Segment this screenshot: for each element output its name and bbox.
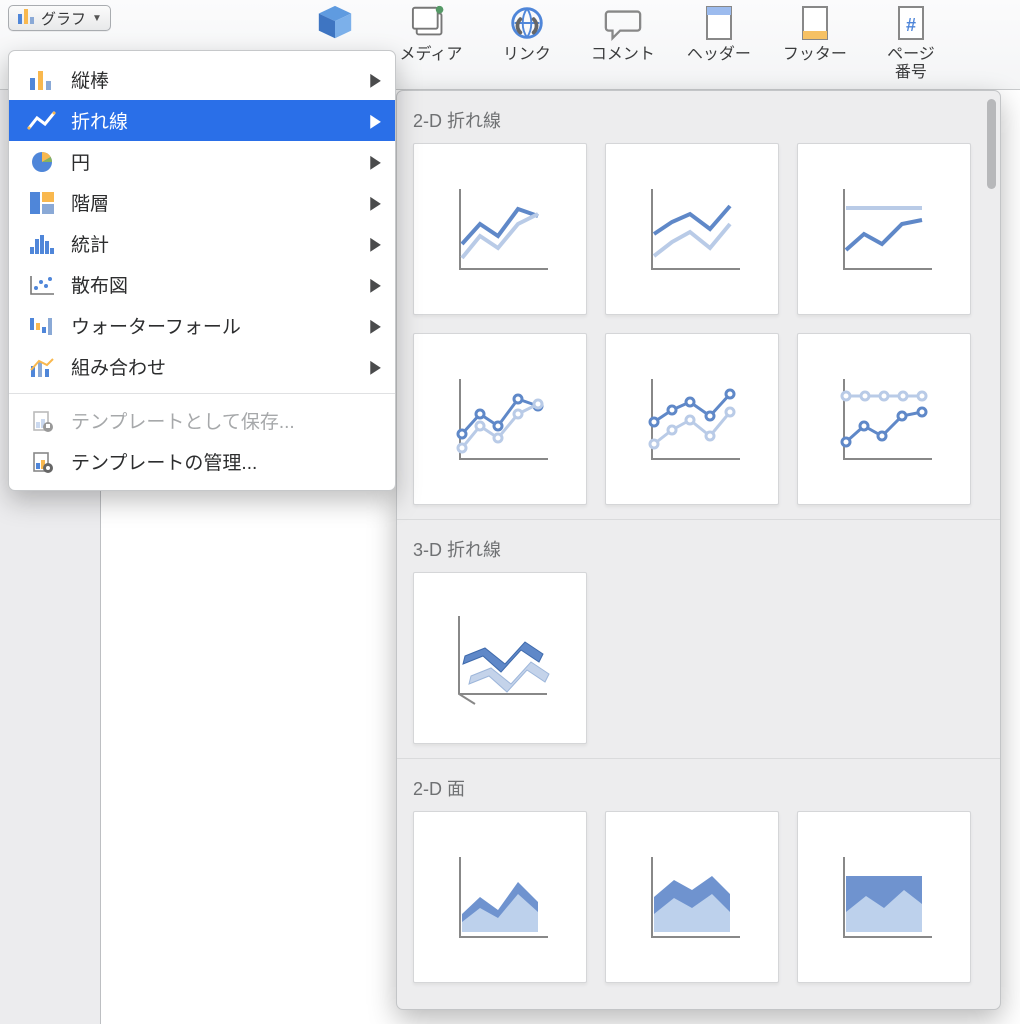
menu-item-pie[interactable]: 円 ▶ — [9, 141, 395, 182]
chart-type-menu: 縦棒 ▶ 折れ線 ▶ 円 ▶ 階層 ▶ 統計 ▶ 散布図 ▶ — [8, 50, 396, 491]
save-template-icon — [27, 409, 57, 433]
cube-icon — [315, 3, 355, 43]
ribbon-tool-link[interactable]: リンク — [491, 3, 563, 64]
footer-icon — [795, 3, 835, 43]
chart-icon — [17, 7, 35, 29]
gallery-section-title-3d-line: 3-D 折れ線 — [397, 520, 1000, 572]
chart-dropdown-button[interactable]: グラフ ▼ — [8, 5, 111, 31]
chevron-right-icon: ▶ — [370, 273, 381, 295]
chevron-right-icon: ▶ — [370, 314, 381, 336]
menu-item-label: テンプレートの管理... — [71, 448, 257, 475]
menu-item-label: 折れ線 — [71, 107, 128, 134]
menu-item-manage-templates[interactable]: テンプレートの管理... — [9, 441, 395, 482]
chart-tile-line[interactable] — [413, 143, 587, 315]
chart-tile-area[interactable] — [413, 811, 587, 983]
ribbon-tool-label-line2: 番号 — [895, 63, 927, 82]
menu-item-column[interactable]: 縦棒 ▶ — [9, 59, 395, 100]
chevron-right-icon: ▶ — [370, 355, 381, 377]
scatter-icon — [27, 273, 57, 297]
chart-subtype-gallery: 2-D 折れ線 — [396, 90, 1001, 1010]
menu-item-line[interactable]: 折れ線 ▶ — [9, 100, 395, 141]
ribbon-tool-page-number[interactable]: # ページ 番号 — [875, 3, 947, 82]
menu-item-save-as-template: テンプレートとして保存... — [9, 400, 395, 441]
gallery-grid-2d-area — [397, 811, 1000, 997]
ribbon-tool-label: ヘッダー — [687, 45, 751, 64]
ribbon-tool-footer[interactable]: フッター — [779, 3, 851, 64]
ribbon-tool-comment[interactable]: コメント — [587, 3, 659, 64]
chart-tile-stacked-line[interactable] — [605, 143, 779, 315]
chart-tile-100-stacked-line-with-markers[interactable] — [797, 333, 971, 505]
chart-tile-stacked-area[interactable] — [605, 811, 779, 983]
chart-tile-3d-line[interactable] — [413, 572, 587, 744]
ribbon-tool-label: リンク — [503, 45, 551, 64]
page-number-icon: # — [891, 3, 931, 43]
menu-item-statistical[interactable]: 統計 ▶ — [9, 223, 395, 264]
gallery-section-title-2d-area: 2-D 面 — [397, 759, 1000, 811]
pie-icon — [27, 150, 57, 174]
ribbon-tool-label: フッター — [783, 45, 847, 64]
menu-item-scatter[interactable]: 散布図 ▶ — [9, 264, 395, 305]
ribbon-tool-header[interactable]: ヘッダー — [683, 3, 755, 64]
ribbon-tool-label: ページ — [887, 45, 935, 64]
gallery-section-title-2d-line: 2-D 折れ線 — [397, 91, 1000, 143]
menu-item-label: 散布図 — [71, 271, 128, 298]
chevron-down-icon: ▼ — [92, 13, 102, 24]
comment-icon — [603, 3, 643, 43]
chart-tile-stacked-line-with-markers[interactable] — [605, 333, 779, 505]
header-icon — [699, 3, 739, 43]
menu-separator — [9, 393, 395, 394]
ribbon-tool-label: メディア — [399, 45, 462, 64]
chart-tile-line-with-markers[interactable] — [413, 333, 587, 505]
line-icon — [27, 109, 57, 133]
menu-item-hierarchy[interactable]: 階層 ▶ — [9, 182, 395, 223]
svg-text:#: # — [906, 15, 916, 35]
chevron-right-icon: ▶ — [370, 232, 381, 254]
menu-item-label: 縦棒 — [71, 66, 109, 93]
gallery-grid-2d-line — [397, 143, 1000, 519]
chevron-right-icon: ▶ — [370, 191, 381, 213]
link-icon — [507, 3, 547, 43]
menu-item-label: ウォーターフォール — [71, 312, 241, 339]
combo-icon — [27, 355, 57, 379]
chevron-right-icon: ▶ — [370, 109, 381, 131]
ribbon-tool-label: コメント — [591, 45, 655, 64]
chevron-right-icon: ▶ — [370, 68, 381, 90]
chart-tile-100-stacked-area[interactable] — [797, 811, 971, 983]
menu-item-label: 円 — [71, 148, 90, 175]
scrollbar-thumb[interactable] — [987, 99, 996, 189]
media-icon — [411, 3, 451, 43]
ribbon-tool-media[interactable]: メディア — [395, 3, 467, 64]
chart-dropdown-label: グラフ — [41, 8, 86, 29]
histogram-icon — [27, 232, 57, 256]
menu-item-waterfall[interactable]: ウォーターフォール ▶ — [9, 305, 395, 346]
menu-item-label: テンプレートとして保存... — [71, 407, 295, 434]
bar-icon — [27, 68, 57, 92]
manage-templates-icon — [27, 450, 57, 474]
waterfall-icon — [27, 314, 57, 338]
chevron-right-icon: ▶ — [370, 150, 381, 172]
menu-item-label: 組み合わせ — [71, 353, 166, 380]
menu-item-combo[interactable]: 組み合わせ ▶ — [9, 346, 395, 387]
treemap-icon — [27, 191, 57, 215]
menu-item-label: 統計 — [71, 230, 109, 257]
menu-item-label: 階層 — [71, 189, 109, 216]
gallery-grid-3d-line — [397, 572, 1000, 758]
chart-tile-100-stacked-line[interactable] — [797, 143, 971, 315]
